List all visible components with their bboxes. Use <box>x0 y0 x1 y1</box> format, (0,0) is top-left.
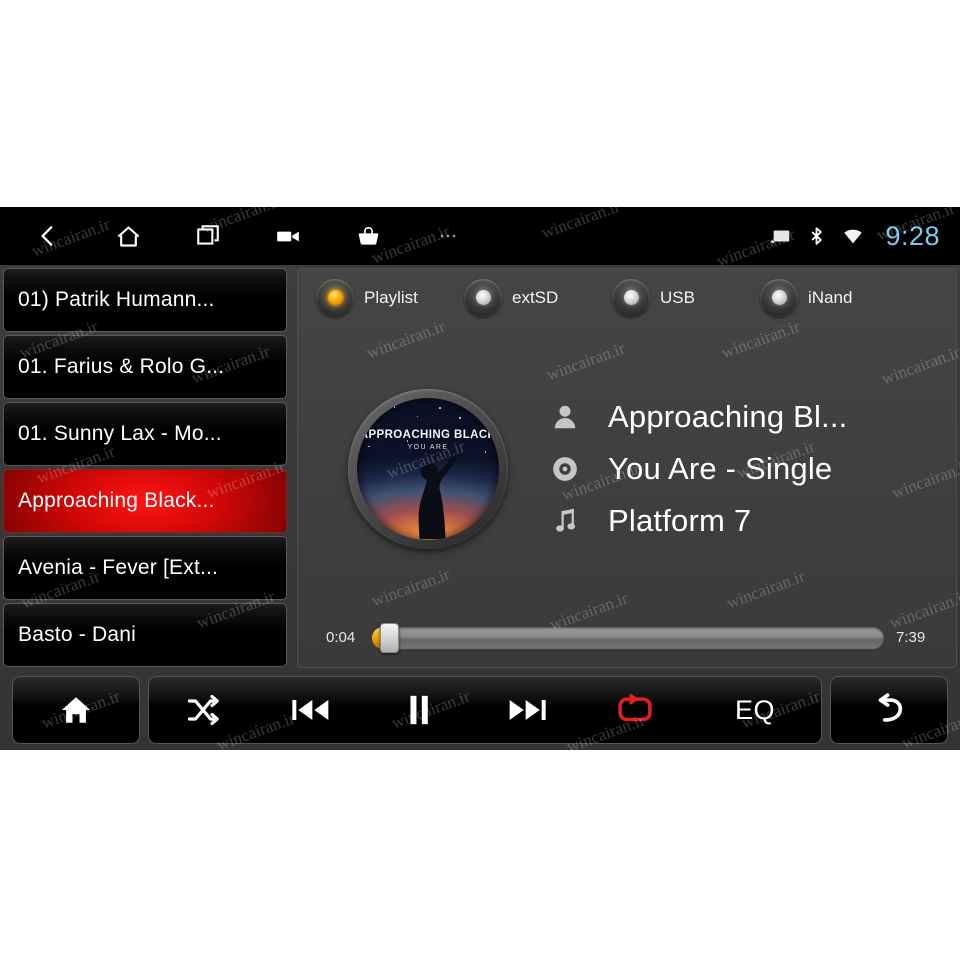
list-item[interactable]: 01. Sunny Lax - Mo... <box>3 402 287 466</box>
silhouette-figure <box>418 456 457 540</box>
album-row: You Are - Single <box>548 451 848 487</box>
person-icon <box>548 400 582 434</box>
playlist-item-label: 01. Farius & Rolo G... <box>18 355 225 378</box>
seek-thumb[interactable] <box>380 622 399 653</box>
list-item[interactable]: 01. Farius & Rolo G... <box>3 335 287 399</box>
navigation-buttons <box>28 207 468 265</box>
album-art-title: APPROACHING BLACK <box>359 428 497 441</box>
album-art[interactable]: APPROACHING BLACK YOU ARE <box>348 388 508 549</box>
list-item-selected[interactable]: Approaching Black... <box>3 469 287 533</box>
total-time: 7:39 <box>896 629 926 646</box>
shuffle-button[interactable] <box>170 682 236 738</box>
led-indicator-off <box>760 278 798 317</box>
artist-name: Approaching Bl... <box>608 398 848 434</box>
home-button-group <box>12 676 140 744</box>
artist-row: Approaching Bl... <box>548 399 848 435</box>
playlist-item-label: Avenia - Fever [Ext... <box>18 556 219 579</box>
album-name: You Are - Single <box>608 450 833 486</box>
led-indicator-off <box>464 278 502 317</box>
track-row: Platform 7 <box>548 503 848 539</box>
back-icon[interactable] <box>28 216 68 256</box>
track-metadata: Approaching Bl... You Are - Single Platf… <box>548 399 848 539</box>
led-indicator-off <box>612 278 650 317</box>
repeat-button[interactable] <box>602 682 668 738</box>
progress-area: 0:04 7:39 <box>298 608 958 667</box>
android-status-bar: 9:28 <box>0 207 960 265</box>
playlist-item-label: 01) Patrik Humann... <box>18 288 215 311</box>
list-item[interactable]: Basto - Dani <box>3 603 287 667</box>
back-button-group <box>830 676 948 744</box>
player-body: 01) Patrik Humann... 01. Farius & Rolo G… <box>0 265 960 750</box>
pause-button[interactable] <box>386 682 452 738</box>
source-option-usb[interactable]: USB <box>612 278 760 317</box>
album-art-subtitle: YOU ARE <box>407 444 449 452</box>
disc-icon <box>548 452 582 486</box>
source-option-extsd[interactable]: extSD <box>464 278 612 317</box>
music-note-icon <box>548 504 582 538</box>
wifi-icon <box>841 225 865 247</box>
source-label: extSD <box>512 287 559 307</box>
playlist-item-label: 01. Sunny Lax - Mo... <box>18 422 222 445</box>
car-stereo-screen: 9:28 01) Patrik Humann... 01. Farius & R… <box>0 207 960 750</box>
album-art-image: APPROACHING BLACK YOU ARE <box>357 397 499 540</box>
page-root: 9:28 01) Patrik Humann... 01. Farius & R… <box>0 0 960 960</box>
source-label: iNand <box>808 287 853 307</box>
bluetooth-icon <box>806 225 827 247</box>
recents-icon[interactable] <box>188 216 228 256</box>
led-indicator-on <box>316 278 354 317</box>
source-label: USB <box>660 287 695 307</box>
transport-button-group: EQ <box>148 676 822 744</box>
video-camera-icon[interactable] <box>268 216 308 256</box>
return-arrow-button[interactable] <box>856 682 922 738</box>
source-option-inand[interactable]: iNand <box>760 278 908 317</box>
previous-button[interactable] <box>278 682 344 738</box>
player-main-panel: Playlist extSD USB iNand APPROACHING BLA… <box>297 268 958 668</box>
elapsed-time: 0:04 <box>326 629 356 646</box>
source-label: Playlist <box>364 287 418 307</box>
home-icon[interactable] <box>108 216 148 256</box>
more-icon[interactable] <box>428 216 468 256</box>
control-bar: EQ <box>0 672 960 748</box>
cast-icon <box>770 225 792 247</box>
shopping-bag-icon[interactable] <box>348 216 388 256</box>
list-item[interactable]: 01) Patrik Humann... <box>3 268 287 332</box>
track-name: Platform 7 <box>608 502 752 538</box>
system-status-icons: 9:28 <box>770 207 940 265</box>
home-button[interactable] <box>43 682 109 738</box>
next-button[interactable] <box>494 682 560 738</box>
eq-button[interactable]: EQ <box>710 682 800 738</box>
playlist-panel[interactable]: 01) Patrik Humann... 01. Farius & Rolo G… <box>3 268 287 668</box>
list-item[interactable]: Avenia - Fever [Ext... <box>3 536 287 600</box>
clock: 9:28 <box>885 220 940 251</box>
playlist-item-label: Basto - Dani <box>18 623 136 646</box>
seek-slider[interactable] <box>372 622 884 653</box>
now-playing-area: APPROACHING BLACK YOU ARE Approaching Bl… <box>298 327 958 610</box>
source-selector: Playlist extSD USB iNand <box>298 269 958 327</box>
playlist-item-label: Approaching Black... <box>18 489 215 512</box>
source-option-playlist[interactable]: Playlist <box>316 278 464 317</box>
